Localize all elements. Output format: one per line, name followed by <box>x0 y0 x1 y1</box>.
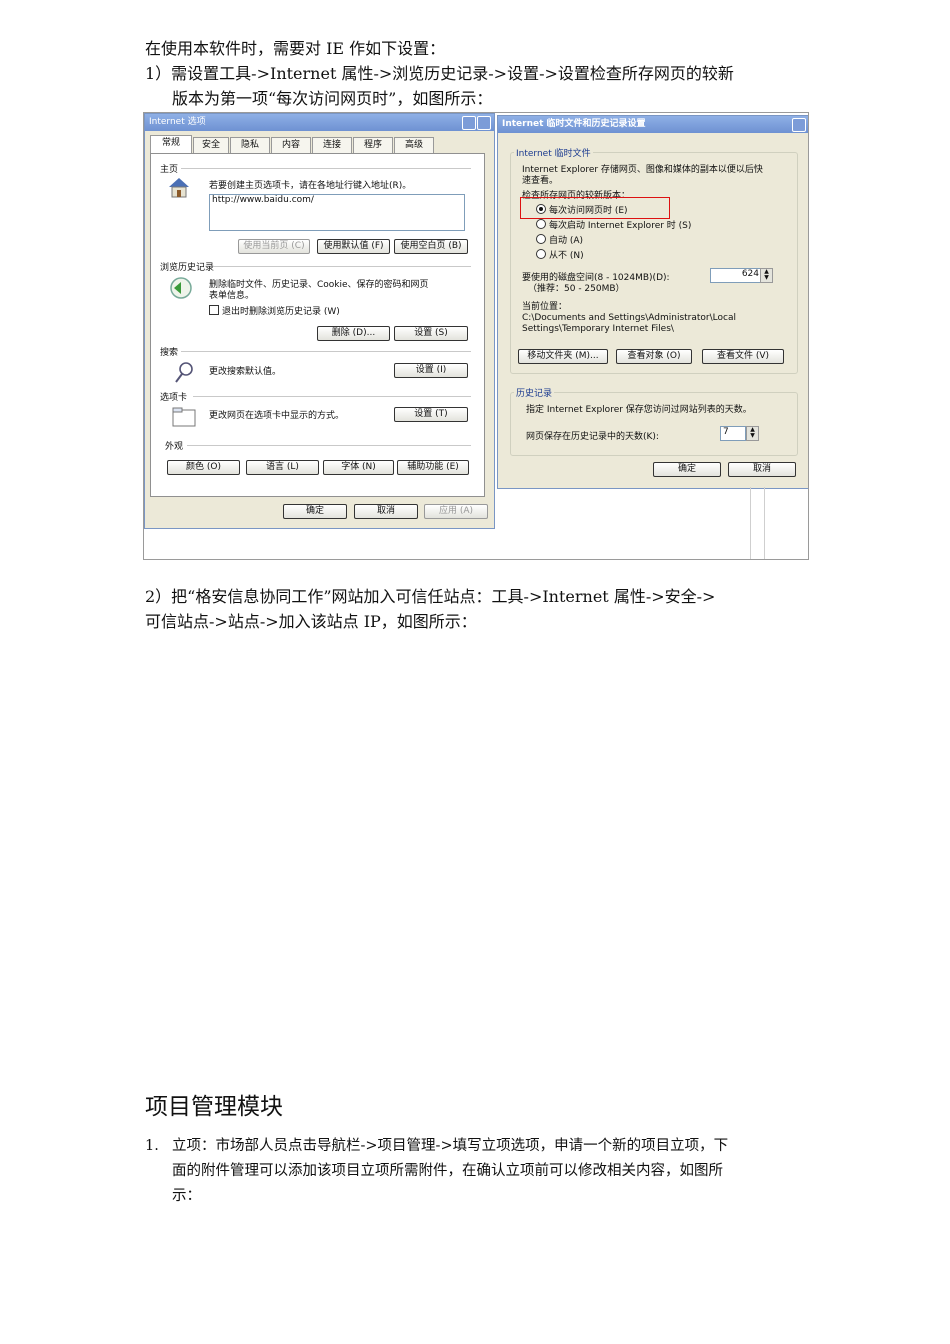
step2-line1: 2）把“格安信息协同工作”网站加入可信任站点：工具->Internet 属性->… <box>145 587 716 606</box>
options-apply-button[interactable]: 应用 (A) <box>424 504 488 519</box>
step1-line1: 1）需设置工具->Internet 属性->浏览历史记录->设置->设置检查所存… <box>145 64 734 83</box>
history-icon <box>170 277 192 299</box>
internet-options-title: Internet 选项 <box>145 114 494 131</box>
item1-number: 1. <box>145 1138 159 1154</box>
step2-line2: 可信站点->站点->加入该站点 IP，如图所示： <box>145 612 477 631</box>
tab-connections[interactable]: 连接 <box>312 137 352 153</box>
use-blank-button[interactable]: 使用空白页 (B) <box>394 239 468 254</box>
search-section-label: 搜索 <box>160 348 179 358</box>
internet-options-dialog: Internet 选项 常规 安全 隐私 内容 连接 程序 高级 主页 若要创建… <box>144 113 495 529</box>
divider <box>213 266 471 267</box>
magnifier-icon <box>175 362 193 383</box>
colors-button[interactable]: 颜色 (O) <box>167 460 240 475</box>
disk-space-recommend: （推荐：50 - 250MB） <box>528 284 625 294</box>
divider <box>187 445 471 446</box>
tab-privacy[interactable]: 隐私 <box>230 137 270 153</box>
item1-line3: 示： <box>172 1188 201 1204</box>
options-cancel-button[interactable]: 取消 <box>354 504 418 519</box>
accessibility-button[interactable]: 辅助功能 (E) <box>397 460 469 475</box>
location-line2: Settings\Temporary Internet Files\ <box>522 324 674 334</box>
temp-cancel-button[interactable]: 取消 <box>728 462 796 477</box>
step1-line2: 版本为第一项“每次访问网页时”，如图所示： <box>172 89 493 108</box>
search-desc: 更改搜索默认值。 <box>209 367 282 377</box>
temp-files-settings-dialog: Internet 临时文件和历史记录设置 Internet 临时文件 Inter… <box>497 115 808 489</box>
history-settings-button[interactable]: 设置 (S) <box>394 326 468 341</box>
close-icon[interactable] <box>477 116 491 130</box>
tab-programs[interactable]: 程序 <box>353 137 393 153</box>
delete-on-exit-label: 退出时删除浏览历史记录 (W) <box>222 307 340 317</box>
temp-settings-title: Internet 临时文件和历史记录设置 <box>498 116 808 133</box>
location-line1: C:\Documents and Settings\Administrator\… <box>522 313 736 323</box>
fonts-button[interactable]: 字体 (N) <box>323 460 394 475</box>
section-heading: 项目管理模块 <box>145 1094 283 1120</box>
tabs-settings-button[interactable]: 设置 (T) <box>394 407 468 422</box>
ie-settings-screenshot: Internet 选项 常规 安全 隐私 内容 连接 程序 高级 主页 若要创建… <box>143 112 809 560</box>
item1-line1: 立项：市场部人员点击导航栏->项目管理->填写立项选项，申请一个新的项目立项，下 <box>172 1138 729 1154</box>
use-default-button[interactable]: 使用默认值 (F) <box>317 239 390 254</box>
search-settings-button[interactable]: 设置 (I) <box>394 363 468 378</box>
homepage-url-field[interactable]: http://www.baidu.com/ <box>209 194 465 231</box>
tabs-icon <box>172 407 196 427</box>
history-section-label: 浏览历史记录 <box>160 263 215 273</box>
tab-security[interactable]: 安全 <box>193 137 229 153</box>
temp-desc-line1: Internet Explorer 存储网页、图像和媒体的副本以便以后快 <box>522 165 763 175</box>
radio-every-visit[interactable] <box>536 204 546 214</box>
delete-history-button[interactable]: 删除 (D)... <box>317 326 390 341</box>
history-days-desc: 指定 Internet Explorer 保存您访问过网站列表的天数。 <box>526 405 752 415</box>
use-current-button[interactable]: 使用当前页 (C) <box>238 239 310 254</box>
appearance-section-label: 外观 <box>165 442 184 452</box>
view-files-button[interactable]: 查看文件 (V) <box>702 349 784 364</box>
history-group-label: 历史记录 <box>514 386 555 399</box>
radio-auto[interactable] <box>536 234 546 244</box>
radio-every-start[interactable] <box>536 219 546 229</box>
house-icon <box>169 178 189 198</box>
disk-space-field[interactable]: 624 <box>710 268 763 283</box>
temp-files-group-label: Internet 临时文件 <box>514 146 593 159</box>
history-days-label: 网页保存在历史记录中的天数(K): <box>526 432 659 442</box>
radio-auto-label: 自动 (A) <box>549 236 584 246</box>
history-days-field[interactable]: 7 <box>720 426 746 441</box>
radio-every-start-label: 每次启动 Internet Explorer 时 (S) <box>549 221 692 231</box>
item1-line2: 面的附件管理可以添加该项目立项所需附件，在确认立项前可以修改相关内容，如图所 <box>172 1163 723 1179</box>
disk-space-value: 624 <box>741 269 759 279</box>
temp-ok-button[interactable]: 确定 <box>653 462 721 477</box>
help-icon[interactable] <box>462 116 476 130</box>
history-days-value: 7 <box>723 427 729 437</box>
radio-never[interactable] <box>536 249 546 259</box>
homepage-hint: 若要创建主页选项卡，请在各地址行键入地址(R)。 <box>209 181 412 191</box>
history-days-spinner[interactable]: ▲ ▼ <box>746 426 759 441</box>
divider <box>181 351 471 352</box>
location-label: 当前位置： <box>522 302 568 312</box>
tab-content[interactable]: 内容 <box>271 137 311 153</box>
close-icon[interactable] <box>792 118 806 132</box>
intro-text: 在使用本软件时，需要对 IE 作如下设置： <box>145 39 446 58</box>
move-folder-button[interactable]: 移动文件夹 (M)... <box>518 349 608 364</box>
homepage-section-label: 主页 <box>160 165 179 175</box>
languages-button[interactable]: 语言 (L) <box>246 460 319 475</box>
radio-every-visit-label: 每次访问网页时 (E) <box>549 206 628 216</box>
divider <box>193 396 471 397</box>
divider <box>750 487 751 559</box>
homepage-url-value: http://www.baidu.com/ <box>212 195 314 205</box>
tab-advanced[interactable]: 高级 <box>394 137 434 153</box>
tabs-section-label: 选项卡 <box>160 393 188 403</box>
divider <box>181 168 471 169</box>
disk-space-spinner[interactable]: ▲ ▼ <box>760 268 773 283</box>
options-ok-button[interactable]: 确定 <box>283 504 347 519</box>
temp-desc-line2: 速查看。 <box>522 176 559 186</box>
radio-never-label: 从不 (N) <box>549 251 584 261</box>
divider <box>764 487 765 559</box>
tab-general[interactable]: 常规 <box>150 135 192 153</box>
view-objects-button[interactable]: 查看对象 (O) <box>616 349 692 364</box>
history-desc-line2: 表单信息。 <box>209 291 255 301</box>
delete-on-exit-checkbox[interactable] <box>209 305 219 315</box>
general-tab-panel: 主页 若要创建主页选项卡，请在各地址行键入地址(R)。 http://www.b… <box>150 153 485 497</box>
tabs-desc: 更改网页在选项卡中显示的方式。 <box>209 411 345 421</box>
